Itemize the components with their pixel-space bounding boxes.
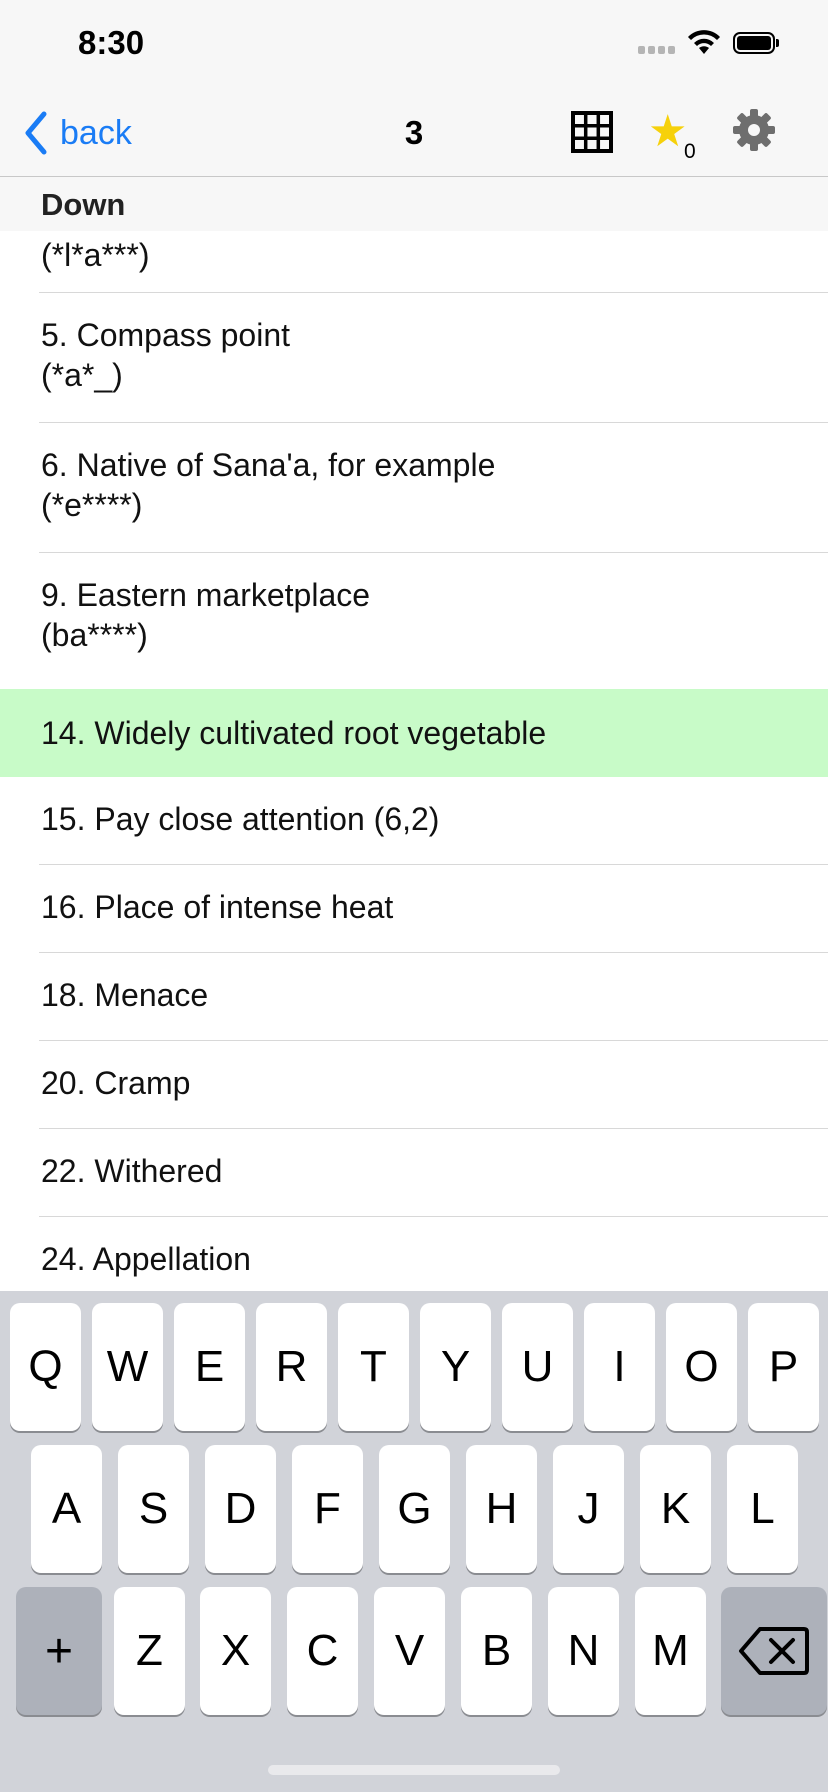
star-count: 0 — [684, 140, 696, 163]
clue-text: 22. Withered — [41, 1153, 223, 1189]
gear-icon[interactable] — [732, 108, 776, 152]
key-z[interactable]: Z — [114, 1587, 185, 1715]
clue-row[interactable]: (*l*a***) — [0, 231, 828, 293]
clue-pattern: (*a*_) — [41, 357, 123, 393]
key-v[interactable]: V — [374, 1587, 445, 1715]
key-d[interactable]: D — [205, 1445, 276, 1573]
clue-row[interactable]: 5. Compass point (*a*_) — [0, 293, 828, 423]
key-h[interactable]: H — [466, 1445, 537, 1573]
key-p[interactable]: P — [748, 1303, 819, 1431]
clue-row[interactable]: 6. Native of Sana'a, for example (*e****… — [0, 423, 828, 553]
wifi-icon — [688, 30, 720, 54]
key-x[interactable]: X — [200, 1587, 271, 1715]
key-q[interactable]: Q — [10, 1303, 81, 1431]
key-r[interactable]: R — [256, 1303, 327, 1431]
section-header-down: Down — [0, 177, 828, 231]
puzzle-title: 3 — [404, 114, 424, 151]
key-w[interactable]: W — [92, 1303, 163, 1431]
keyboard: Q W E R T Y U I O P A S D F G H J K L + … — [0, 1291, 828, 1737]
clue-text: 16. Place of intense heat — [41, 889, 394, 925]
key-f[interactable]: F — [292, 1445, 363, 1573]
key-m[interactable]: M — [635, 1587, 706, 1715]
clue-text: 15. Pay close attention (6,2) — [41, 801, 440, 837]
star-icon: ★ — [648, 107, 688, 156]
clue-text: 24. Appellation — [41, 1241, 251, 1277]
clue-pattern: (*e****) — [41, 487, 143, 523]
clue-row[interactable]: 18. Menace — [0, 953, 828, 1041]
star-button[interactable]: ★ 0 — [648, 108, 708, 164]
key-g[interactable]: G — [379, 1445, 450, 1573]
battery-icon — [733, 32, 779, 56]
delete-key[interactable] — [721, 1587, 827, 1715]
clue-row[interactable]: 15. Pay close attention (6,2) — [0, 777, 828, 865]
key-u[interactable]: U — [502, 1303, 573, 1431]
key-k[interactable]: K — [640, 1445, 711, 1573]
key-t[interactable]: T — [338, 1303, 409, 1431]
clue-text: 9. Eastern marketplace — [41, 577, 371, 613]
status-time: 8:30 — [78, 24, 145, 61]
key-j[interactable]: J — [553, 1445, 624, 1573]
cellular-signal-icon — [638, 46, 678, 56]
key-o[interactable]: O — [666, 1303, 737, 1431]
clue-list[interactable]: (*l*a***) 5. Compass point (*a*_) 6. Nat… — [0, 231, 828, 1291]
clue-pattern: (*l*a***) — [41, 237, 150, 273]
key-e[interactable]: E — [174, 1303, 245, 1431]
key-s[interactable]: S — [118, 1445, 189, 1573]
clue-row[interactable]: 16. Place of intense heat — [0, 865, 828, 953]
nav-bar: back 3 ★ 0 — [0, 92, 828, 177]
clue-row[interactable]: 22. Withered — [0, 1129, 828, 1217]
clue-text: 5. Compass point — [41, 317, 291, 353]
status-bar: 8:30 — [0, 0, 828, 92]
clue-text: 6. Native of Sana'a, for example — [41, 447, 496, 483]
clue-row[interactable]: 20. Cramp — [0, 1041, 828, 1129]
section-title: Down — [41, 187, 126, 222]
key-n[interactable]: N — [548, 1587, 619, 1715]
key-l[interactable]: L — [727, 1445, 798, 1573]
clue-row-selected[interactable]: 14. Widely cultivated root vegetable — [0, 689, 828, 777]
chevron-left-icon — [25, 111, 47, 155]
home-indicator — [0, 1737, 828, 1792]
plus-key[interactable]: + — [16, 1587, 102, 1715]
clue-row[interactable]: 24. Appellation — [0, 1217, 828, 1291]
clue-text: 14. Widely cultivated root vegetable — [41, 715, 547, 751]
grid-icon[interactable] — [570, 110, 614, 154]
key-y[interactable]: Y — [420, 1303, 491, 1431]
back-button[interactable]: back — [22, 108, 132, 158]
clue-text: 20. Cramp — [41, 1065, 191, 1101]
backspace-icon — [739, 1627, 809, 1675]
clue-row[interactable]: 9. Eastern marketplace (ba****) — [0, 553, 828, 683]
key-i[interactable]: I — [584, 1303, 655, 1431]
clue-text: 18. Menace — [41, 977, 209, 1013]
back-label: back — [60, 113, 132, 152]
key-b[interactable]: B — [461, 1587, 532, 1715]
key-a[interactable]: A — [31, 1445, 102, 1573]
clue-pattern: (ba****) — [41, 617, 148, 653]
key-c[interactable]: C — [287, 1587, 358, 1715]
